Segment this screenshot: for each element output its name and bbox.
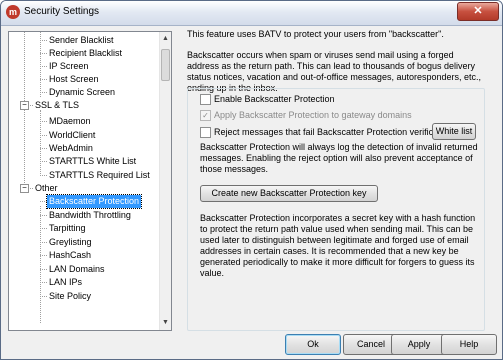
tree-group-other[interactable]: Other bbox=[35, 182, 58, 195]
reject-checkbox-label: Reject messages that fail Backscatter Pr… bbox=[214, 127, 453, 137]
tree-line bbox=[40, 282, 47, 283]
tree-line bbox=[40, 66, 47, 67]
scroll-down-arrow-icon[interactable]: ▼ bbox=[160, 316, 171, 330]
tree-item-worldclient[interactable]: WorldClient bbox=[49, 129, 95, 142]
app-icon: m bbox=[6, 5, 20, 19]
tree-line bbox=[40, 110, 41, 176]
enable-checkbox-label: Enable Backscatter Protection bbox=[214, 94, 335, 104]
tree-item-host-screen[interactable]: Host Screen bbox=[49, 73, 99, 86]
logging-note-text: Backscatter Protection will always log t… bbox=[200, 142, 478, 174]
tree-item-starttls-required-list[interactable]: STARTTLS Required List bbox=[49, 169, 150, 182]
tree-item-recipient-blacklist[interactable]: Recipient Blacklist bbox=[49, 47, 122, 60]
title-bar[interactable]: m Security Settings ✕ bbox=[1, 1, 502, 26]
gateway-checkbox-label: Apply Backscatter Protection to gateway … bbox=[214, 110, 412, 120]
settings-tree: − − Sender Blacklist Recipient Blacklist… bbox=[8, 31, 172, 331]
tree-line bbox=[40, 121, 47, 122]
tree-item-mdaemon[interactable]: MDaemon bbox=[49, 115, 91, 128]
create-key-button[interactable]: Create new Backscatter Protection key bbox=[200, 185, 378, 202]
tree-line bbox=[40, 201, 47, 202]
tree-item-hashcash[interactable]: HashCash bbox=[49, 249, 91, 262]
tree-line bbox=[24, 32, 25, 193]
white-list-button[interactable]: White list bbox=[432, 123, 476, 140]
tree-item-backscatter-protection[interactable]: Backscatter Protection bbox=[45, 194, 143, 209]
tree-item-greylisting[interactable]: Greylisting bbox=[49, 236, 92, 249]
tree-line bbox=[40, 32, 41, 97]
tree-line bbox=[40, 228, 47, 229]
tree-item-tarpitting[interactable]: Tarpitting bbox=[49, 222, 86, 235]
tree-item-lan-domains[interactable]: LAN Domains bbox=[49, 263, 105, 276]
gateway-checkbox-box[interactable]: ✓ bbox=[200, 110, 211, 121]
tree-line bbox=[40, 206, 41, 323]
tree-item-lan-ips[interactable]: LAN IPs bbox=[49, 276, 82, 289]
tree-line bbox=[40, 161, 47, 162]
tree-item-ip-screen[interactable]: IP Screen bbox=[49, 60, 88, 73]
tree-item-sender-blacklist[interactable]: Sender Blacklist bbox=[49, 34, 114, 47]
tree-line bbox=[40, 135, 47, 136]
intro-text: This feature uses BATV to protect your u… bbox=[187, 29, 444, 39]
tree-item-bandwidth-throttling[interactable]: Bandwidth Throttling bbox=[49, 209, 131, 222]
apply-button[interactable]: Apply bbox=[391, 334, 447, 355]
tree-group-ssl-tls[interactable]: SSL & TLS bbox=[35, 99, 79, 112]
tree-scrollbar[interactable]: ▲ ▼ bbox=[159, 32, 171, 330]
scroll-up-arrow-icon[interactable]: ▲ bbox=[160, 32, 171, 46]
tree-line bbox=[40, 79, 47, 80]
tree-line bbox=[40, 255, 47, 256]
help-button[interactable]: Help bbox=[441, 334, 497, 355]
ok-button[interactable]: Ok bbox=[285, 334, 341, 355]
tree-line bbox=[40, 148, 47, 149]
tree-line bbox=[40, 296, 47, 297]
other-collapse-icon[interactable]: − bbox=[20, 184, 29, 193]
ssl-tls-collapse-icon[interactable]: − bbox=[20, 101, 29, 110]
enable-checkbox-box[interactable] bbox=[200, 94, 211, 105]
tree-item-webadmin[interactable]: WebAdmin bbox=[49, 142, 93, 155]
tree-line bbox=[40, 92, 47, 93]
tree-line bbox=[40, 269, 47, 270]
tree-line bbox=[40, 242, 47, 243]
tree-line bbox=[40, 40, 47, 41]
close-button[interactable]: ✕ bbox=[457, 2, 499, 21]
tree-item-site-policy[interactable]: Site Policy bbox=[49, 290, 91, 303]
window-title: Security Settings bbox=[24, 6, 100, 17]
tree-line bbox=[40, 215, 47, 216]
tree-line bbox=[40, 53, 47, 54]
tree-item-dynamic-screen[interactable]: Dynamic Screen bbox=[49, 86, 115, 99]
security-settings-window: m Security Settings ✕ − − Sender Blackli… bbox=[0, 0, 503, 360]
reject-checkbox-box[interactable] bbox=[200, 127, 211, 138]
scrollbar-thumb[interactable] bbox=[161, 49, 170, 81]
tree-line bbox=[40, 175, 47, 176]
key-note-text: Backscatter Protection incorporates a se… bbox=[200, 213, 476, 278]
tree-item-starttls-white-list[interactable]: STARTTLS White List bbox=[49, 155, 136, 168]
